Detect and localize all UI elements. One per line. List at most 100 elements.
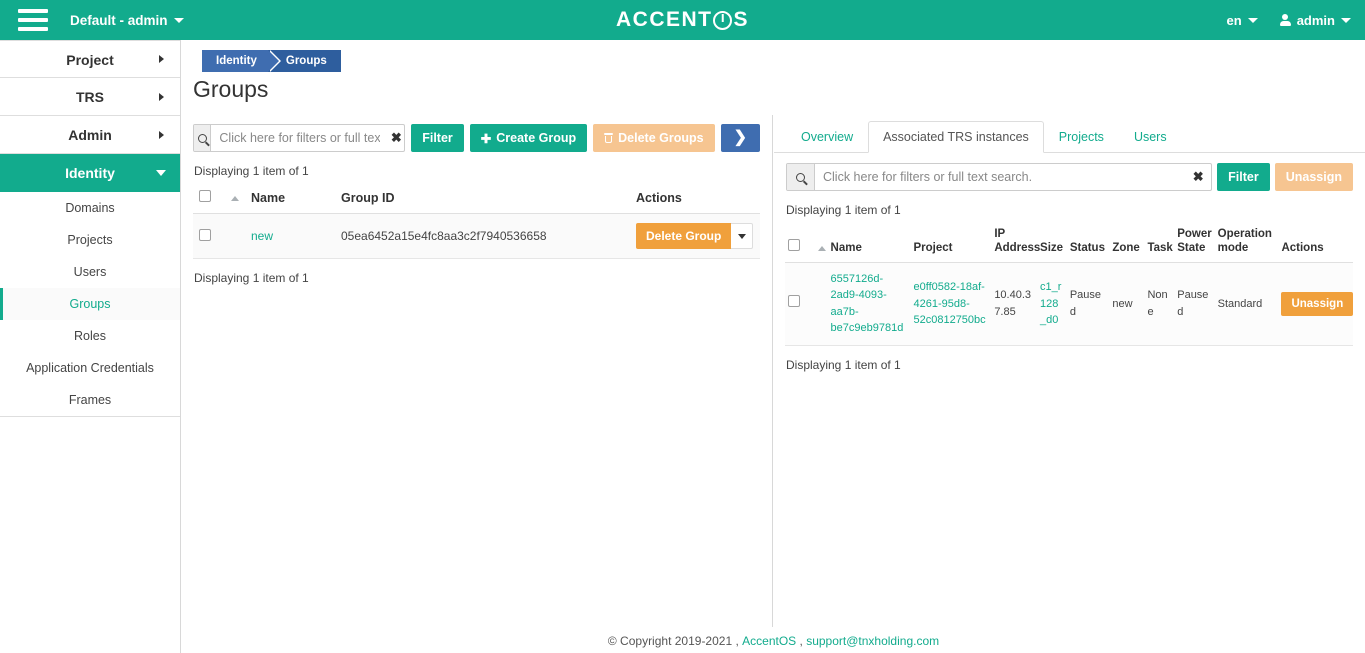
- footer: © Copyright 2019-2021 , AccentOS , suppo…: [182, 628, 1365, 653]
- column-header-name[interactable]: Name: [245, 182, 335, 214]
- search-input[interactable]: [211, 125, 389, 151]
- cell-actions: Unassign: [1278, 262, 1354, 346]
- clear-x-icon[interactable]: ✖: [388, 125, 404, 151]
- row-checkbox[interactable]: [788, 295, 800, 307]
- row-unassign-button[interactable]: Unassign: [1281, 291, 1354, 316]
- cell-name: 6557126d-2ad9-4093-aa7b-be7c9eb9781d: [827, 262, 911, 346]
- sidebar-item-projects[interactable]: Projects: [0, 224, 180, 256]
- column-header-status[interactable]: Status: [1066, 221, 1110, 263]
- create-group-button[interactable]: ✚ Create Group: [469, 124, 588, 152]
- project-link[interactable]: e0ff0582-18af-4261-95d8-52c0812750bc: [913, 281, 985, 326]
- filter-button[interactable]: Filter: [411, 124, 464, 152]
- tab-projects[interactable]: Projects: [1044, 121, 1119, 153]
- sidebar-item-frames[interactable]: Frames: [0, 384, 180, 416]
- clear-x-icon[interactable]: ✖: [1185, 164, 1211, 190]
- sidebar-item-project[interactable]: Project: [0, 40, 180, 78]
- row-spacer-cell: [810, 262, 828, 346]
- tab-users[interactable]: Users: [1119, 121, 1182, 153]
- unassign-button[interactable]: Unassign: [1274, 163, 1353, 191]
- details-tabs: Overview Associated TRS instances Projec…: [774, 115, 1365, 153]
- column-header-actions: Actions: [1278, 221, 1353, 263]
- row-checkbox[interactable]: [199, 228, 211, 241]
- footer-copyright: © Copyright 2019-2021 ,: [607, 633, 739, 648]
- column-header-name[interactable]: Name: [827, 221, 911, 263]
- cell-project: e0ff0582-18af-4261-95d8-52c0812750bc: [910, 262, 992, 346]
- chevron-down-icon: [173, 17, 184, 23]
- groups-table-wrap: Name Group ID Actions new 05ea6452a15e4f…: [182, 178, 772, 259]
- groups-search-box[interactable]: ✖: [193, 124, 406, 152]
- instances-count-top: Displaying 1 item of 1: [786, 203, 901, 217]
- sort-header[interactable]: [221, 182, 245, 214]
- tab-associated-trs-instances[interactable]: Associated TRS instances: [868, 121, 1044, 153]
- group-name-link[interactable]: new: [251, 229, 273, 243]
- size-link[interactable]: c1_r128_d0: [1040, 281, 1061, 326]
- filter-button[interactable]: Filter: [1217, 163, 1270, 191]
- instances-search-box[interactable]: ✖: [786, 163, 1213, 191]
- instances-table-wrap: Name Project IP Address Size Status Zone…: [774, 217, 1365, 346]
- context-selector[interactable]: Default - admin: [70, 13, 184, 28]
- sidebar-item-users[interactable]: Users: [0, 256, 180, 288]
- sidebar-item-label: TRS: [76, 89, 104, 105]
- column-header-operation-mode[interactable]: Operation mode: [1214, 221, 1279, 263]
- context-selector-label: Default - admin: [70, 12, 168, 28]
- row-select-cell: [785, 262, 811, 346]
- column-header-size[interactable]: Size: [1037, 221, 1067, 263]
- logo-text-part2: S: [733, 8, 749, 31]
- sidebar-item-trs[interactable]: TRS: [0, 78, 180, 116]
- sidebar-item-domains[interactable]: Domains: [0, 192, 180, 224]
- sidebar-item-admin[interactable]: Admin: [0, 116, 180, 154]
- chevron-right-icon: [159, 55, 164, 63]
- sort-asc-icon: [231, 196, 239, 202]
- column-header-project[interactable]: Project: [910, 221, 992, 263]
- footer-email-link[interactable]: support@tnxholding.com: [806, 634, 939, 648]
- sidebar-item-groups[interactable]: Groups: [0, 288, 180, 320]
- groups-table: Name Group ID Actions new 05ea6452a15e4f…: [193, 182, 760, 259]
- sidebar: Project TRS Admin Identity Domains Proje…: [0, 40, 181, 653]
- chevron-down-icon: [737, 233, 746, 239]
- sidebar-item-label: Application Credentials: [26, 361, 154, 375]
- select-all-checkbox[interactable]: [788, 239, 800, 252]
- sort-header[interactable]: [810, 221, 828, 263]
- user-menu[interactable]: admin: [1279, 12, 1351, 28]
- sidebar-item-identity[interactable]: Identity: [0, 154, 180, 192]
- user-icon: [1279, 14, 1291, 26]
- next-arrow-button[interactable]: ❯: [720, 124, 760, 152]
- language-selector[interactable]: en: [1227, 13, 1258, 28]
- instances-toolbar: ✖ Filter Unassign: [774, 153, 1365, 191]
- column-header-zone[interactable]: Zone: [1109, 221, 1145, 263]
- cell-operation-mode: Standard: [1214, 262, 1279, 346]
- sidebar-item-roles[interactable]: Roles: [0, 320, 180, 352]
- column-header-group-id[interactable]: Group ID: [335, 182, 630, 214]
- footer-brand-link[interactable]: AccentOS: [742, 634, 796, 648]
- tab-overview[interactable]: Overview: [786, 121, 868, 153]
- sidebar-item-application-credentials[interactable]: Application Credentials: [0, 352, 180, 384]
- user-menu-label: admin: [1296, 12, 1335, 28]
- select-all-header: [785, 221, 811, 263]
- delete-group-button[interactable]: Delete Group: [636, 223, 732, 249]
- chevron-down-icon: [1247, 17, 1258, 23]
- cell-actions: Delete Group: [630, 213, 760, 259]
- language-label: en: [1226, 12, 1242, 28]
- cell-status: Paused: [1066, 262, 1110, 346]
- app-logo: ACCENT S: [0, 0, 1365, 40]
- plus-icon: ✚: [480, 131, 492, 146]
- search-input[interactable]: [815, 164, 1186, 190]
- delete-groups-button[interactable]: Delete Groups: [593, 124, 715, 152]
- column-header-power-state[interactable]: Power State: [1174, 221, 1215, 263]
- instances-count-bottom: Displaying 1 item of 1: [786, 357, 901, 372]
- logo-text-part1: ACCENT: [615, 8, 713, 31]
- sidebar-item-label: Frames: [68, 393, 112, 407]
- column-header-ip-address[interactable]: IP Address: [991, 221, 1040, 263]
- search-icon: [787, 164, 815, 190]
- instance-name-link[interactable]: 6557126d-2ad9-4093-aa7b-be7c9eb9781d: [831, 273, 904, 335]
- main-content: Identity Groups Groups ✖ Filter ✚ Create…: [182, 40, 1365, 627]
- column-header-task[interactable]: Task: [1144, 221, 1175, 263]
- select-all-checkbox[interactable]: [199, 190, 211, 202]
- details-panel: Overview Associated TRS instances Projec…: [774, 115, 1365, 627]
- search-icon: [194, 125, 212, 151]
- hamburger-icon[interactable]: [18, 9, 48, 31]
- page-title: Groups: [193, 76, 269, 102]
- breadcrumb-item-identity[interactable]: Identity: [202, 50, 281, 72]
- row-actions-dropdown-toggle[interactable]: [731, 223, 754, 249]
- power-icon: [713, 10, 733, 30]
